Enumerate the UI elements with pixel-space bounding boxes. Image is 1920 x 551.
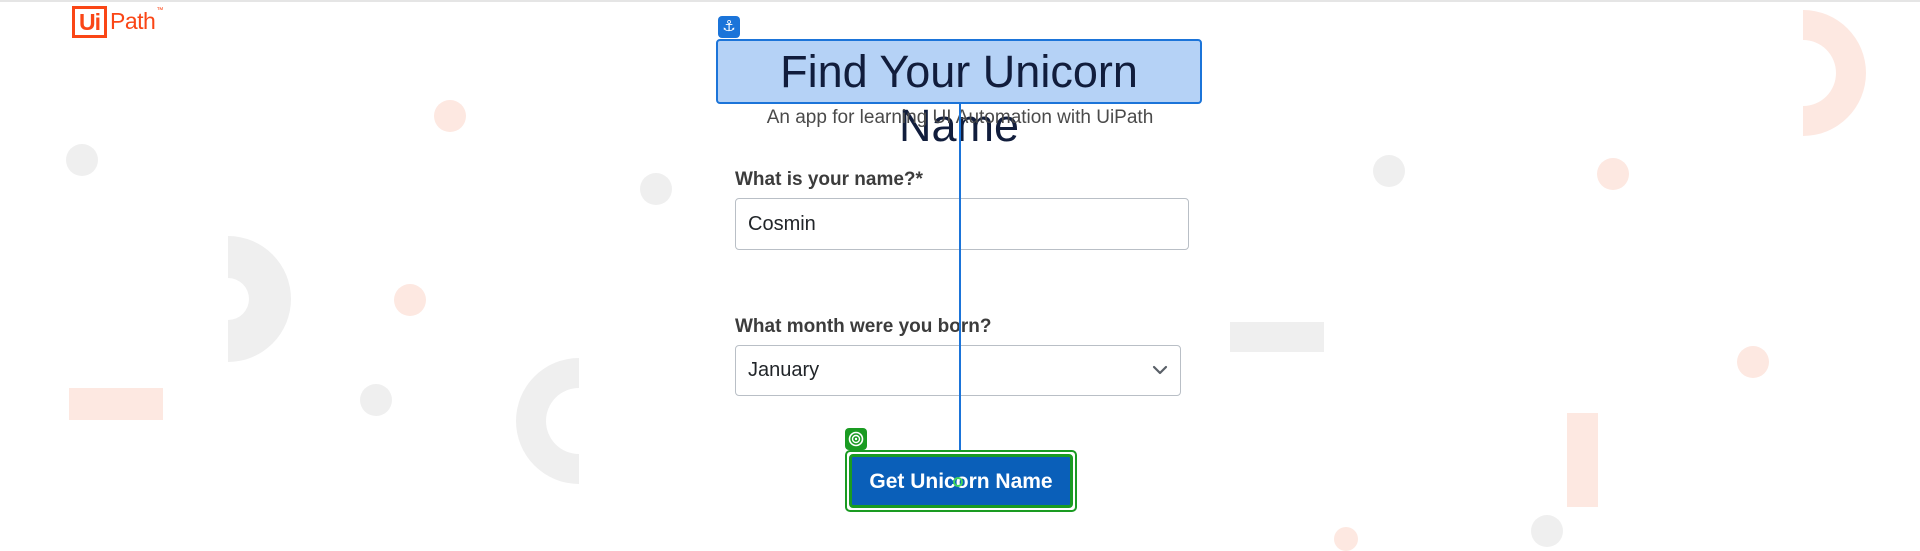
anchor-icon[interactable]: ⚓: [718, 16, 740, 38]
uipath-logo[interactable]: Ui Path ™: [72, 6, 163, 38]
month-label: What month were you born?: [735, 316, 992, 337]
decor-dot: [66, 144, 98, 176]
decor-dot: [1334, 527, 1358, 551]
decor-dot: [360, 384, 392, 416]
decor-rect: [1567, 413, 1598, 507]
decor-dot: [1531, 515, 1563, 547]
target-icon[interactable]: [845, 428, 867, 450]
decor-dot: [640, 173, 672, 205]
logo-ui-mark: Ui: [72, 6, 107, 38]
month-select-value: January: [748, 359, 820, 381]
decor-dot: [1373, 155, 1405, 187]
decor-half-ring: [1803, 10, 1866, 136]
name-label: What is your name?*: [735, 169, 923, 190]
decor-rect: [69, 388, 163, 420]
anchor-connector-line: [959, 104, 961, 452]
logo-trademark: ™: [156, 7, 164, 14]
decor-half-ring: [516, 358, 579, 484]
decor-rect: [1230, 322, 1324, 352]
decor-dot: [1737, 346, 1769, 378]
decor-half-ring: [228, 236, 291, 362]
top-border: [0, 0, 1920, 2]
decor-dot: [1597, 158, 1629, 190]
chevron-down-icon: [1152, 365, 1168, 375]
name-input[interactable]: [735, 198, 1189, 250]
click-point-marker: [953, 477, 963, 487]
decor-dot: [394, 284, 426, 316]
month-select[interactable]: January: [735, 345, 1181, 396]
decor-dot: [434, 100, 466, 132]
logo-path-text: Path: [110, 8, 156, 34]
